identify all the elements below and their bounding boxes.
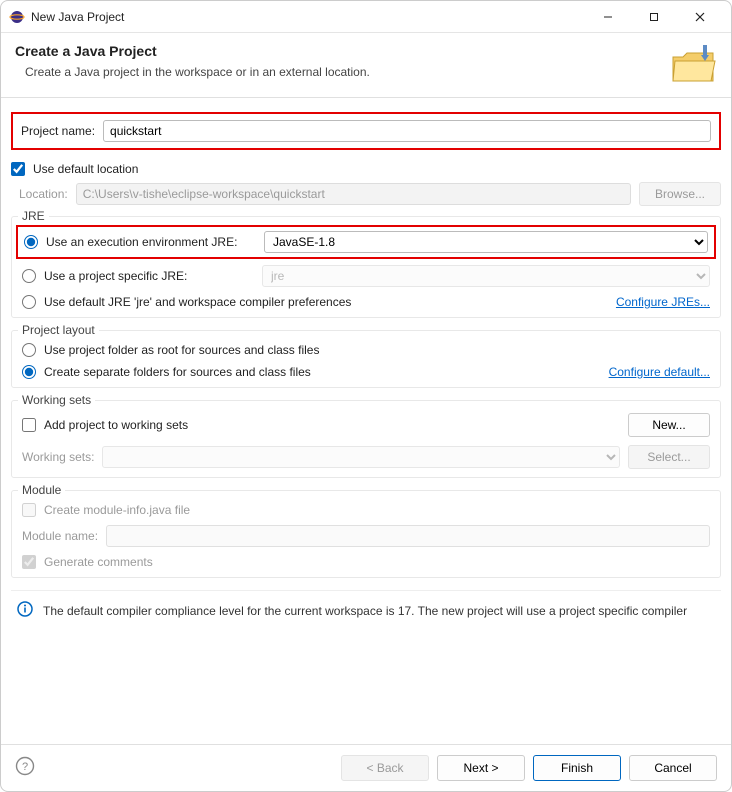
layout-separate-label: Create separate folders for sources and …	[44, 365, 311, 379]
jre-legend: JRE	[18, 209, 49, 223]
generate-comments-label: Generate comments	[44, 555, 153, 569]
select-working-set-button: Select...	[628, 445, 710, 469]
module-name-label: Module name:	[22, 529, 98, 543]
window-title: New Java Project	[31, 10, 585, 24]
maximize-button[interactable]	[631, 2, 677, 32]
wizard-footer: ? < Back Next > Finish Cancel	[1, 744, 731, 791]
layout-separate-radio[interactable]	[22, 365, 36, 379]
location-label: Location:	[19, 187, 68, 201]
back-button: < Back	[341, 755, 429, 781]
jre-highlight: Use an execution environment JRE: JavaSE…	[16, 225, 716, 259]
close-button[interactable]	[677, 2, 723, 32]
finish-button[interactable]: Finish	[533, 755, 621, 781]
page-title: Create a Java Project	[15, 43, 669, 59]
proj-specific-select: jre	[262, 265, 710, 287]
module-legend: Module	[18, 483, 65, 497]
browse-button: Browse...	[639, 182, 721, 206]
layout-legend: Project layout	[18, 323, 99, 337]
minimize-button[interactable]	[585, 2, 631, 32]
proj-specific-label: Use a project specific JRE:	[44, 269, 254, 283]
wizard-header: Create a Java Project Create a Java proj…	[1, 33, 731, 98]
default-location-row: Use default location	[11, 162, 721, 176]
create-module-info-label: Create module-info.java file	[44, 503, 190, 517]
use-default-label: Use default JRE 'jre' and workspace comp…	[44, 295, 351, 309]
next-button[interactable]: Next >	[437, 755, 525, 781]
add-working-sets-checkbox[interactable]	[22, 418, 36, 432]
window-titlebar: New Java Project	[1, 1, 731, 33]
info-message-text: The default compiler compliance level fo…	[43, 604, 687, 618]
exec-env-label: Use an execution environment JRE:	[46, 235, 256, 249]
project-name-highlight: Project name:	[11, 112, 721, 150]
configure-default-link[interactable]: Configure default...	[609, 365, 710, 379]
exec-env-select[interactable]: JavaSE-1.8	[264, 231, 708, 253]
folder-icon	[669, 43, 717, 85]
layout-root-radio[interactable]	[22, 343, 36, 357]
wizard-content: Project name: Use default location Locat…	[1, 98, 731, 744]
generate-comments-checkbox	[22, 555, 36, 569]
project-name-input[interactable]	[103, 120, 711, 142]
working-sets-legend: Working sets	[18, 393, 95, 407]
eclipse-icon	[9, 9, 25, 25]
page-description: Create a Java project in the workspace o…	[25, 65, 669, 79]
proj-specific-radio[interactable]	[22, 269, 36, 283]
location-input	[76, 183, 631, 205]
create-module-info-checkbox	[22, 503, 36, 517]
working-sets-fieldset: Working sets Add project to working sets…	[11, 400, 721, 478]
working-sets-select	[102, 446, 620, 468]
svg-text:?: ?	[22, 761, 28, 773]
working-sets-label: Working sets:	[22, 450, 94, 464]
help-icon[interactable]: ?	[15, 756, 35, 781]
jre-fieldset: JRE Use an execution environment JRE: Ja…	[11, 216, 721, 318]
info-icon	[17, 601, 33, 620]
cancel-button[interactable]: Cancel	[629, 755, 717, 781]
project-name-label: Project name:	[21, 124, 95, 138]
configure-jres-link[interactable]: Configure JREs...	[616, 295, 710, 309]
location-row: Location: Browse...	[11, 182, 721, 206]
default-location-label: Use default location	[33, 162, 138, 176]
exec-env-radio[interactable]	[24, 235, 38, 249]
default-location-checkbox[interactable]	[11, 162, 25, 176]
add-working-sets-label: Add project to working sets	[44, 418, 188, 432]
module-fieldset: Module Create module-info.java file Modu…	[11, 490, 721, 578]
module-name-input	[106, 525, 710, 547]
new-working-set-button[interactable]: New...	[628, 413, 710, 437]
layout-fieldset: Project layout Use project folder as roo…	[11, 330, 721, 388]
use-default-radio[interactable]	[22, 295, 36, 309]
layout-root-label: Use project folder as root for sources a…	[44, 343, 319, 357]
info-message-row: The default compiler compliance level fo…	[11, 590, 721, 630]
